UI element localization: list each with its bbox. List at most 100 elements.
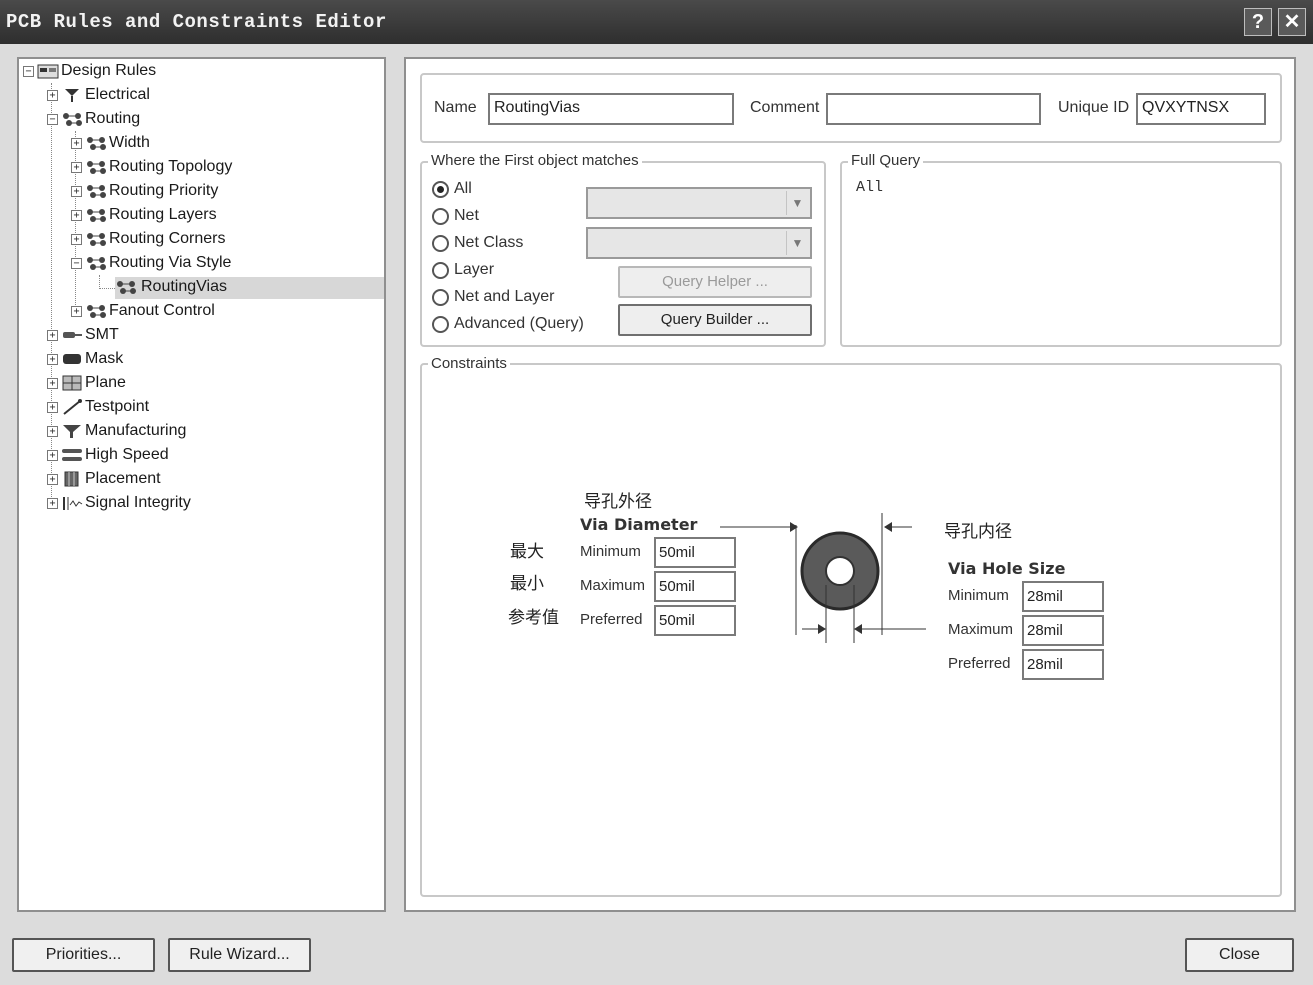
expand-icon[interactable]: + [47,449,58,461]
tree-item-routingvias[interactable]: RoutingVias [115,276,229,298]
tree-item-label: Routing Priority [109,182,219,199]
hole-pref-field[interactable]: 28mil [1022,649,1104,680]
priorities-button[interactable]: Priorities... [12,938,155,972]
tree-item-fanout-control[interactable]: + Fanout Control [71,300,215,322]
via-diameter-cn-label: 导孔外径 [584,492,652,512]
smt-icon [61,327,83,343]
tree-item-label: SMT [85,326,119,343]
expand-icon[interactable]: + [47,497,58,509]
query-helper-button[interactable]: Query Helper ... [618,266,812,298]
tree-item-label: Width [109,134,150,151]
tree-item-label: Manufacturing [85,422,187,439]
expand-icon[interactable]: + [71,161,82,173]
chevron-down-icon[interactable]: ▼ [786,191,808,215]
unique-id-label: Unique ID [1058,99,1130,116]
hole-min-field[interactable]: 28mil [1022,581,1104,612]
expand-icon[interactable]: + [47,401,58,413]
tree-item-routing-via-style[interactable]: − Routing Via Style [71,252,231,274]
tree-item-testpoint[interactable]: + Testpoint [47,396,149,418]
radio-net-class[interactable]: Net Class [432,234,523,252]
expand-icon[interactable]: + [71,233,82,245]
title-bar: PCB Rules and Constraints Editor ? ✕ [0,0,1313,44]
close-window-button[interactable]: ✕ [1278,8,1306,36]
tree-item-label: High Speed [85,446,169,463]
signal-integrity-icon [61,495,83,511]
radio-label: Net and Layer [454,288,555,305]
manufacturing-icon [61,423,83,439]
rule-wizard-button[interactable]: Rule Wizard... [168,938,311,972]
tree-item-label: Testpoint [85,398,150,415]
routing-icon [85,303,107,319]
query-builder-button[interactable]: Query Builder ... [618,304,812,336]
hole-max-field[interactable]: 28mil [1022,615,1104,646]
rules-tree[interactable]: − Design Rules + Electrical − Routing + … [17,57,386,912]
routing-icon [85,255,107,271]
expand-icon[interactable]: + [71,137,82,149]
expand-icon[interactable]: + [47,425,58,437]
tree-item-routing-topology[interactable]: + Routing Topology [71,156,232,178]
collapse-icon[interactable]: − [23,65,34,77]
chevron-down-icon[interactable]: ▼ [786,231,808,255]
radio-all[interactable]: All [432,180,472,198]
radio-icon [432,288,449,306]
close-button[interactable]: Close [1185,938,1294,972]
max-cn-label: 最大 [510,542,544,562]
tree-item-placement[interactable]: + Placement [47,468,161,490]
expand-icon[interactable]: + [71,185,82,197]
comment-field[interactable] [826,93,1041,125]
tree-item-label: Routing Via Style [109,254,232,271]
tree-item-routing-layers[interactable]: + Routing Layers [71,204,217,226]
tree-item-width[interactable]: + Width [71,132,150,154]
tree-item-manufacturing[interactable]: + Manufacturing [47,420,186,442]
tree-item-electrical[interactable]: + Electrical [47,84,150,106]
diameter-max-label: Maximum [580,577,646,594]
tree-item-mask[interactable]: + Mask [47,348,123,370]
collapse-icon[interactable]: − [71,257,82,269]
radio-net[interactable]: Net [432,207,479,225]
radio-label: Layer [454,261,495,278]
mask-icon [61,351,83,367]
tree-item-smt[interactable]: + SMT [47,324,119,346]
hole-max-label: Maximum [948,621,1014,638]
expand-icon[interactable]: + [47,377,58,389]
window-title: PCB Rules and Constraints Editor [6,11,387,33]
tree-item-signal-integrity[interactable]: + Signal Integrity [47,492,191,514]
unique-id-field[interactable]: QVXYTNSX [1136,93,1266,125]
tree-item-routing-priority[interactable]: + Routing Priority [71,180,218,202]
tree-item-label: Routing Corners [109,230,226,247]
tree-item-routing[interactable]: − Routing [47,108,140,130]
radio-advanced-query[interactable]: Advanced (Query) [432,315,584,333]
tree-item-plane[interactable]: + Plane [47,372,126,394]
expand-icon[interactable]: + [71,209,82,221]
expand-icon[interactable]: + [47,89,58,101]
name-label: Name [434,99,477,116]
expand-icon[interactable]: + [47,353,58,365]
tree-item-routing-corners[interactable]: + Routing Corners [71,228,226,250]
via-hole [825,556,855,586]
tree-item-design-rules[interactable]: − Design Rules [23,60,156,82]
via-diameter-title: Via Diameter [580,515,698,534]
rule-editor-panel: Name RoutingVias Comment Unique ID QVXYT… [404,57,1296,912]
net-class-select[interactable]: ▼ [586,227,812,259]
constraints-label: Constraints [428,355,510,372]
high-speed-icon [61,447,83,463]
diameter-arrow-head [790,522,798,532]
collapse-icon[interactable]: − [47,113,58,125]
electrical-icon [61,87,83,103]
expand-icon[interactable]: + [71,305,82,317]
full-query-text[interactable]: All [856,179,883,196]
radio-icon [432,261,449,279]
tree-item-label: Design Rules [61,62,157,79]
routing-icon [85,183,107,199]
tree-item-label: Routing [85,110,141,127]
radio-net-and-layer[interactable]: Net and Layer [432,288,555,306]
help-button[interactable]: ? [1244,8,1272,36]
expand-icon[interactable]: + [47,329,58,341]
min-cn-label: 最小 [510,574,544,594]
expand-icon[interactable]: + [47,473,58,485]
via-hole-cn-label: 导孔内径 [944,522,1012,542]
tree-item-high-speed[interactable]: + High Speed [47,444,169,466]
name-field[interactable]: RoutingVias [488,93,734,125]
net-select[interactable]: ▼ [586,187,812,219]
radio-layer[interactable]: Layer [432,261,494,279]
